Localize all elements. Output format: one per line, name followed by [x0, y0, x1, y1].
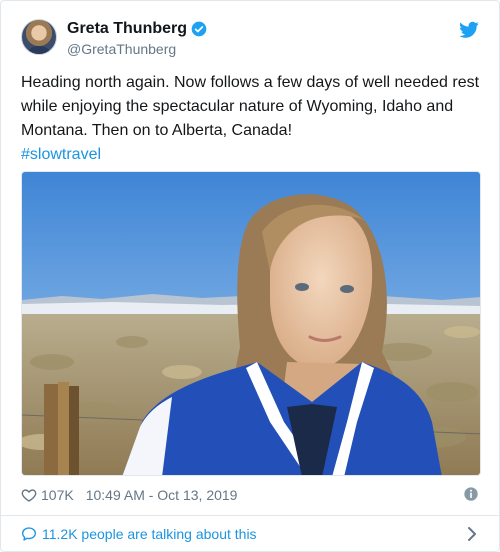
avatar[interactable] — [21, 19, 57, 55]
timestamp[interactable]: 10:49 AM - Oct 13, 2019 — [86, 487, 238, 503]
tweet-photo[interactable] — [21, 171, 481, 476]
conversation-link[interactable]: 11.2K people are talking about this — [21, 523, 479, 545]
twitter-bird-icon[interactable] — [459, 21, 479, 39]
tweet-text: Heading north again. Now follows a few d… — [21, 71, 483, 167]
info-icon[interactable] — [463, 486, 479, 502]
like-count[interactable]: 107K — [41, 487, 74, 503]
divider — [1, 515, 499, 516]
chevron-right-icon[interactable] — [465, 526, 479, 542]
tweet-meta: 107K 10:49 AM - Oct 13, 2019 — [21, 485, 479, 505]
photo-image — [22, 172, 480, 475]
tweet-body: Heading north again. Now follows a few d… — [21, 74, 480, 139]
verified-badge-icon — [191, 21, 207, 37]
hashtag-link[interactable]: #slowtravel — [21, 143, 483, 167]
heart-icon[interactable] — [21, 487, 37, 503]
author-names[interactable]: Greta Thunberg @GretaThunberg — [67, 19, 207, 59]
handle[interactable]: @GretaThunberg — [67, 39, 207, 59]
speech-bubble-icon — [22, 527, 36, 541]
conversation-label: 11.2K people are talking about this — [42, 526, 257, 542]
tweet-header: Greta Thunberg @GretaThunberg — [21, 19, 479, 61]
tweet-card: Greta Thunberg @GretaThunberg Heading no… — [0, 0, 500, 552]
display-name[interactable]: Greta Thunberg — [67, 19, 187, 39]
